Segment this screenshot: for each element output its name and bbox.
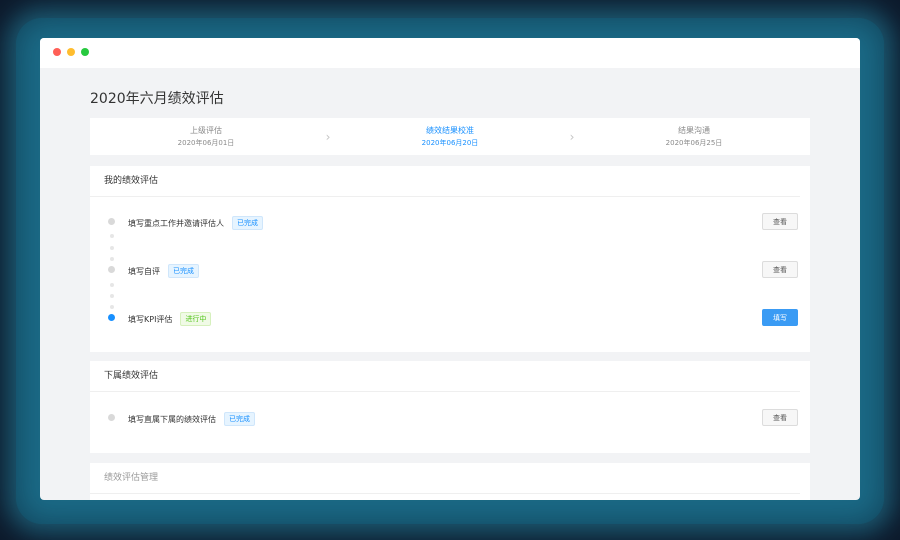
card-title-text: 下属绩效评估 [104,371,159,381]
task-label-text: 填写自评 [128,267,160,276]
task-label: 填写直属下属的绩效评估 已完成 [128,412,255,426]
step-date: 2020年06月20日 [421,139,479,147]
card-title: 绩效评估管理 [90,463,800,494]
step-name: 上级评估 [190,126,222,135]
progress-steps: 上级评估 2020年06月01日 › 绩效结果校准 2020年06月20日 › … [90,118,810,155]
close-window-button[interactable] [53,48,61,56]
status-badge: 已完成 [232,216,263,230]
step-name: 结果沟通 [678,126,710,135]
task-label: 填写KPI评估 进行中 [128,312,212,326]
status-badge: 进行中 [180,312,212,326]
status-badge: 已完成 [168,264,199,278]
task-label-text: 填写重点工作并邀请评估人 [128,219,224,228]
step-supervisor-review: 上级评估 2020年06月01日 [90,125,322,148]
task-label-text: 填写KPI评估 [128,315,173,324]
step-date: 2020年06月01日 [177,139,235,147]
task-row: 填写重点工作并邀请评估人 已完成 查看 [90,212,810,232]
status-dot-icon [108,314,115,321]
card-title-text: 绩效评估管理 [104,473,159,483]
view-button[interactable]: 查看 [762,213,798,230]
task-label: 填写自评 已完成 [128,264,199,278]
status-dot-icon [108,218,115,225]
step-date: 2020年06月25日 [665,139,723,147]
step-result-calibration: 绩效结果校准 2020年06月20日 [334,125,566,148]
task-label: 填写重点工作并邀请评估人 已完成 [128,216,263,230]
step-result-communication: 结果沟通 2020年06月25日 [578,125,810,148]
status-badge: 已完成 [224,412,255,426]
maximize-window-button[interactable] [81,48,89,56]
connector-dot [110,246,114,250]
card-title-text: 我的绩效评估 [104,176,159,186]
task-row: 填写自评 已完成 查看 [90,260,810,280]
title-bar [40,38,860,68]
connector-dot [110,283,114,287]
app-window: 2020年六月绩效评估 上级评估 2020年06月01日 › 绩效结果校准 20… [40,38,860,500]
view-button[interactable]: 查看 [762,409,798,426]
task-row: 填写直属下属的绩效评估 已完成 查看 [90,408,810,428]
step-name: 绩效结果校准 [426,126,474,135]
view-button[interactable]: 查看 [762,261,798,278]
connector-dot [110,234,114,238]
my-review-card: 我的绩效评估 填写重点工作并邀请评估人 已完成 查看 填写自评 已完成 查看 填写K… [90,166,810,352]
subordinate-review-card: 下属绩效评估 填写直属下属的绩效评估 已完成 查看 [90,361,810,453]
card-title: 下属绩效评估 [90,361,800,392]
status-dot-icon [108,266,115,273]
chevron-right-icon: › [569,129,575,144]
chevron-right-icon: › [325,129,331,144]
connector-dot [110,294,114,298]
management-card: 绩效评估管理 [90,463,810,500]
status-dot-icon [108,414,115,421]
task-row: 填写KPI评估 进行中 填写 [90,308,810,328]
minimize-window-button[interactable] [67,48,75,56]
fill-in-button[interactable]: 填写 [762,309,798,326]
card-title: 我的绩效评估 [90,166,800,197]
task-label-text: 填写直属下属的绩效评估 [128,415,216,424]
page-title: 2020年六月绩效评估 [90,91,224,107]
